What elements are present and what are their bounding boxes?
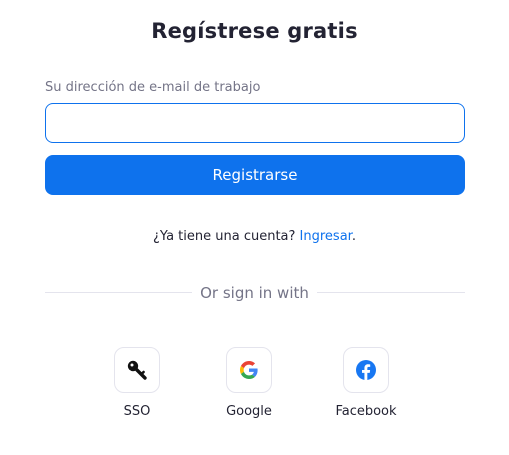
sso-icon-box[interactable]	[114, 347, 160, 393]
facebook-icon	[356, 360, 376, 380]
divider-text: Or sign in with	[200, 284, 309, 302]
page-title: Regístrese gratis	[151, 19, 358, 43]
google-label: Google	[226, 404, 272, 419]
facebook-label: Facebook	[335, 404, 397, 419]
facebook-icon-box[interactable]	[343, 347, 389, 393]
login-prompt-suffix: .	[351, 229, 356, 244]
google-signin-button[interactable]: Google	[204, 347, 294, 419]
google-icon-box[interactable]	[226, 347, 272, 393]
register-button[interactable]: Registrarse	[45, 155, 465, 195]
login-prompt: ¿Ya tiene una cuenta? Ingresar.	[0, 229, 509, 244]
sso-label: SSO	[123, 404, 151, 419]
email-field-label: Su dirección de e-mail de trabajo	[45, 80, 261, 95]
facebook-signin-button[interactable]: Facebook	[321, 347, 411, 419]
email-field[interactable]	[45, 103, 465, 143]
login-prompt-text: ¿Ya tiene una cuenta?	[153, 229, 300, 244]
divider-right	[317, 292, 465, 293]
key-icon	[127, 360, 147, 380]
sso-signin-button[interactable]: SSO	[92, 347, 182, 419]
divider-left	[45, 292, 192, 293]
google-icon	[240, 361, 258, 379]
login-link[interactable]: Ingresar	[300, 229, 352, 244]
